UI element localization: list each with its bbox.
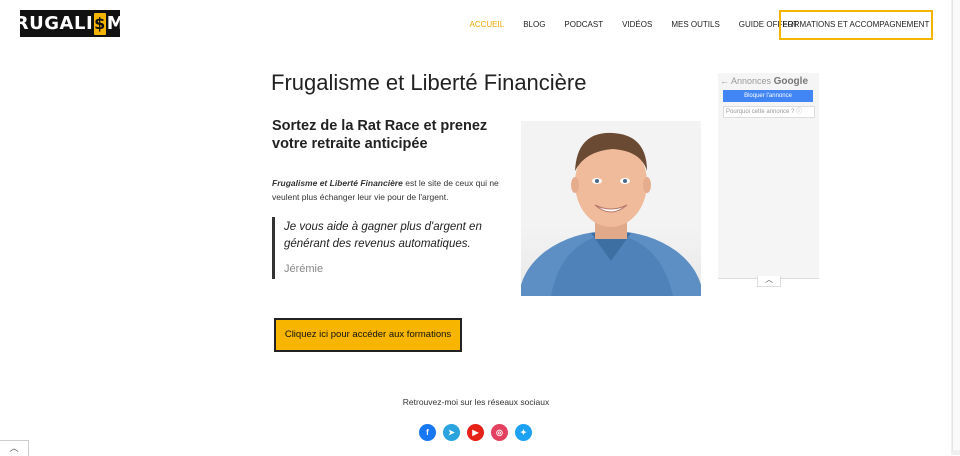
instagram-icon[interactable]: ◎ — [491, 424, 508, 441]
page-subtitle: Sortez de la Rat Race et prenez votre re… — [272, 118, 488, 152]
intro-text: Frugalisme et Liberté Financière est le … — [272, 176, 502, 204]
logo-text-prefix: FRUGALI — [2, 13, 94, 34]
site-logo[interactable]: FRUGALI $ ME — [2, 10, 138, 37]
logo-dollar-icon: $ — [94, 12, 106, 35]
quote-text: Je vous aide à gagner plus d'argent en g… — [284, 221, 482, 250]
nav-item-videos[interactable]: VIDÉOS — [613, 19, 662, 31]
social-heading: Retrouvez-moi sur les réseaux sociaux — [402, 397, 550, 407]
nav-item-podcast[interactable]: PODCAST — [555, 19, 613, 31]
ad-panel: ← Annonces Google Bloquer l'annonce Pour… — [718, 73, 819, 279]
nav-item-mes-outils[interactable]: MES OUTILS — [662, 19, 729, 31]
ad-label: Annonces — [731, 76, 772, 86]
nav-item-blog[interactable]: BLOG — [514, 19, 555, 31]
access-formations-button[interactable]: Cliquez ici pour accéder aux formations — [274, 318, 462, 352]
page-title: Frugalisme et Liberté Financière — [271, 70, 587, 95]
bottom-chevron-up-icon[interactable]: ︿ — [0, 440, 29, 456]
nav-formations-button[interactable]: FORMATIONS ET ACCOMPAGNEMENT — [779, 10, 933, 40]
facebook-icon[interactable]: f — [419, 424, 436, 441]
twitter-icon[interactable]: ✦ — [515, 424, 532, 441]
telegram-icon[interactable]: ➤ — [443, 424, 460, 441]
back-arrow-icon[interactable]: ← — [720, 76, 729, 86]
youtube-icon[interactable]: ▶ — [467, 424, 484, 441]
main-nav: ACCUEIL BLOG PODCAST VIDÉOS MES OUTILS G… — [460, 19, 808, 31]
ad-header: ← Annonces Google — [718, 73, 819, 87]
logo-text-suffix: ME — [106, 13, 139, 34]
ad-brand: Google — [773, 76, 809, 87]
scrollbar-thumb[interactable] — [952, 0, 960, 450]
scrollbar[interactable] — [951, 0, 960, 455]
block-ad-button[interactable]: Bloquer l'annonce — [723, 90, 813, 102]
intro-site-name: Frugalisme et Liberté Financière — [272, 178, 403, 188]
nav-item-accueil[interactable]: ACCUEIL — [460, 19, 514, 31]
social-links: f ➤ ▶ ◎ ✦ — [419, 424, 532, 441]
author-photo — [521, 121, 701, 296]
ad-collapse-chevron-icon[interactable]: ︿ — [757, 276, 781, 287]
why-ad-button[interactable]: Pourquoi cette annonce ? ⓘ — [723, 106, 815, 118]
quote-author: Jérémie — [284, 263, 324, 275]
quote-block: Je vous aide à gagner plus d'argent en g… — [272, 217, 492, 279]
